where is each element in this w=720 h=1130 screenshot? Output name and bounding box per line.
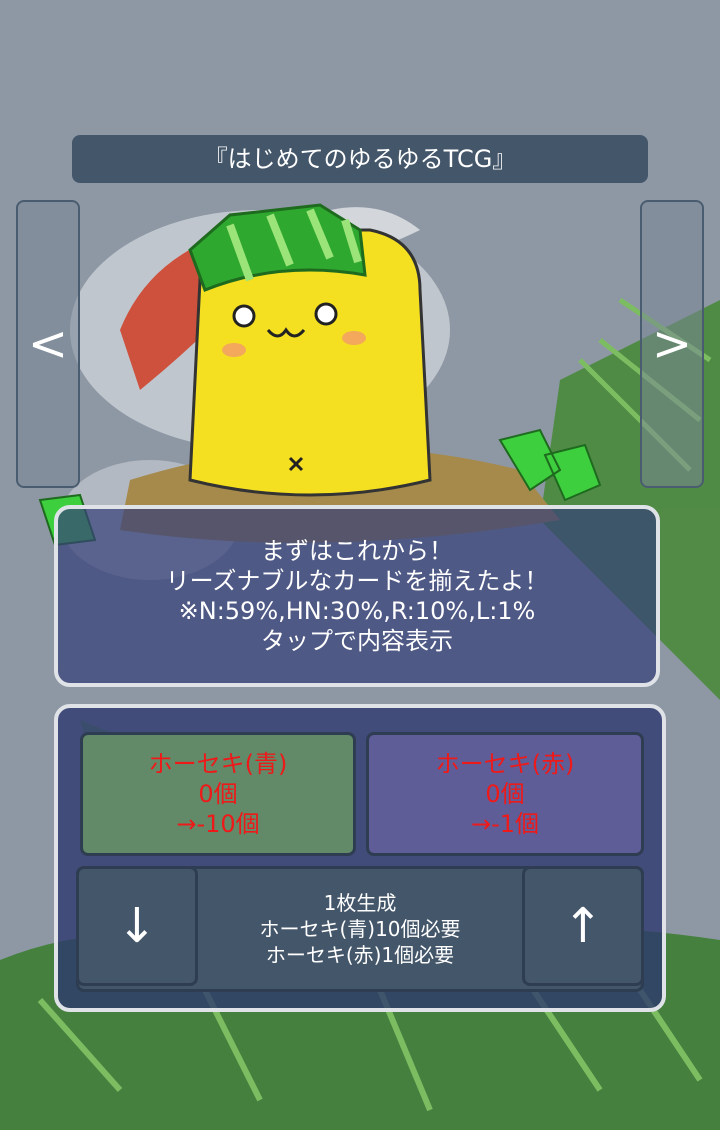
chevron-right-icon: > [651,316,693,372]
pack-info-panel[interactable]: まずはこれから！ リーズナブルなカードを揃えたよ！ ※N:59%,HN:30%,… [54,505,660,687]
gem-blue-name: ホーセキ(青) [148,750,288,778]
decrease-button[interactable]: ↓ [76,866,198,986]
generate-line-2: ホーセキ(青)10個必要 [259,917,461,941]
generate-line-1: 1枚生成 [323,891,397,915]
gem-blue-count: 0個 [198,780,238,808]
prev-pack-button[interactable]: < [16,200,80,488]
arrow-down-icon: ↓ [116,898,158,954]
generate-button[interactable]: 1枚生成 ホーセキ(青)10個必要 ホーセキ(赤)1個必要 [201,869,519,989]
gem-red-name: ホーセキ(赤) [435,750,575,778]
arrow-up-icon: ↑ [562,898,604,954]
gem-red-cost: →-1個 [470,810,540,838]
gem-red-count: 0個 [485,780,525,808]
next-pack-button[interactable]: > [640,200,704,488]
increase-button[interactable]: ↑ [522,866,644,986]
generate-line-3: ホーセキ(赤)1個必要 [265,943,455,967]
generate-row: ↓ 1枚生成 ホーセキ(青)10個必要 ホーセキ(赤)1個必要 ↑ [76,866,644,992]
info-line-2: リーズナブルなカードを揃えたよ！ [165,567,549,595]
gem-red-box: ホーセキ(赤) 0個 →-1個 [366,732,644,856]
info-line-1: まずはこれから！ [261,537,453,565]
chevron-left-icon: < [27,316,69,372]
gem-blue-cost: →-10個 [176,810,260,838]
pack-title: 『はじめてのゆるゆるTCG』 [72,135,648,183]
info-line-4: タップで内容表示 [261,627,453,655]
info-line-3: ※N:59%,HN:30%,R:10%,L:1% [178,597,536,625]
gem-blue-box: ホーセキ(青) 0個 →-10個 [80,732,356,856]
generate-panel: ホーセキ(青) 0個 →-10個 ホーセキ(赤) 0個 →-1個 ↓ 1枚生成 … [54,704,666,1012]
